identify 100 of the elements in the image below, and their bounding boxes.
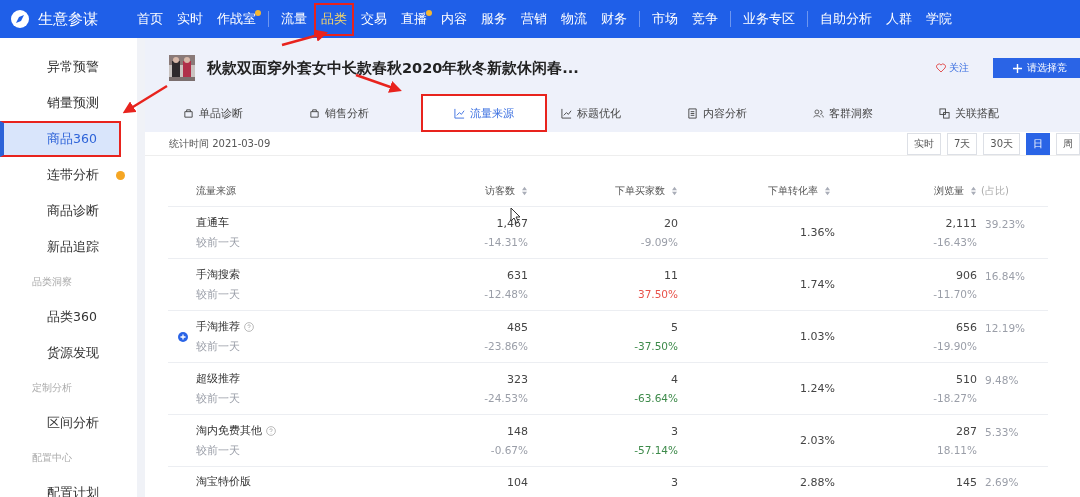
change-value: -14.31% [484, 236, 528, 248]
nav-item[interactable]: 直播 [394, 2, 434, 36]
change-value: -11.70% [933, 288, 977, 300]
tab[interactable]: 标题优化 [547, 94, 673, 132]
change-value: 37.50% [637, 288, 678, 300]
nav-item[interactable]: 交易 [354, 2, 394, 36]
nav-item[interactable]: 内容 [434, 2, 474, 36]
buyer-count: 4 [671, 373, 678, 386]
source-name: 直通车 [196, 215, 229, 230]
share-percent: 39.23% [984, 218, 1027, 230]
change-value: -24.53% [484, 392, 528, 404]
line-chart-icon [454, 107, 465, 119]
sidebar-item[interactable]: 货源发现 [0, 335, 137, 371]
expand-icon[interactable] [178, 332, 188, 342]
help-icon[interactable] [266, 425, 276, 436]
sidebar-item[interactable]: 商品诊断 [0, 193, 137, 229]
buyer-count: 11 [664, 269, 678, 282]
column-header: 流量来源 [196, 184, 237, 198]
select-competitor-button[interactable]: 请选择竞 [993, 58, 1080, 78]
tab[interactable]: 客群洞察 [799, 94, 925, 132]
buyer-count: 5 [671, 321, 678, 334]
change-value: -12.48% [484, 288, 528, 300]
sidebar-item[interactable]: 新品追踪 [0, 229, 137, 265]
nav-item[interactable]: 业务专区 [736, 2, 802, 36]
nav-item[interactable]: 实时 [170, 2, 210, 36]
sort-icon[interactable] [824, 186, 831, 196]
visitor-count: 323 [507, 373, 528, 386]
column-header: 下单转化率 [768, 184, 818, 198]
tab[interactable]: 内容分析 [673, 94, 799, 132]
tab[interactable]: 销售分析 [295, 94, 421, 132]
change-value: -9.09% [640, 236, 678, 248]
tab[interactable]: 关联搭配 [925, 94, 1051, 132]
share-percent: 9.48% [984, 374, 1020, 386]
sort-icon[interactable] [671, 186, 678, 196]
sidebar-item[interactable]: 销量预测 [0, 85, 137, 121]
page-views: 510 [956, 373, 977, 386]
document-icon [687, 107, 698, 119]
source-name: 淘宝特价版 [196, 475, 251, 489]
share-percent: 12.19% [984, 322, 1027, 334]
visitor-count: 485 [507, 321, 528, 334]
follow-link[interactable]: 关注 [936, 61, 969, 75]
conversion-rate: 2.03% [800, 434, 835, 447]
change-value: 18.11% [936, 444, 977, 456]
sidebar-item[interactable]: 连带分析 [0, 157, 137, 193]
period-button[interactable]: 实时 [906, 132, 941, 155]
stat-time-label: 统计时间 2021-03-09 [169, 136, 271, 151]
change-value: -57.14% [634, 444, 678, 456]
nav-item[interactable]: 财务 [594, 2, 634, 36]
bag-icon [183, 107, 194, 119]
visitor-count: 148 [507, 425, 528, 438]
sidebar-group-label: 定制分析 [32, 381, 72, 395]
nav-item[interactable]: 品类 [314, 2, 354, 36]
nav-item[interactable]: 自助分析 [813, 2, 879, 36]
tab[interactable]: 流量来源 [421, 94, 547, 132]
heart-icon [936, 63, 946, 73]
page-views: 287 [956, 425, 977, 438]
line-chart-icon [561, 107, 572, 119]
link-squares-icon [939, 107, 950, 119]
nav-item[interactable]: 市场 [645, 2, 685, 36]
sidebar-item[interactable]: 异常预警 [0, 49, 137, 85]
compare-label: 较前一天 [196, 391, 241, 406]
nav-item[interactable]: 营销 [514, 2, 554, 36]
conversion-rate: 1.74% [800, 278, 835, 291]
sidebar-item[interactable]: 商品360 [0, 121, 121, 157]
sort-icon[interactable] [521, 186, 528, 196]
compare-label: 较前一天 [196, 339, 241, 354]
period-button[interactable]: 周 [1056, 132, 1080, 155]
nav-item[interactable]: 作战室 [210, 2, 263, 36]
brand-name: 生意参谋 [38, 9, 98, 29]
sort-icon[interactable] [970, 186, 977, 196]
people-icon [813, 107, 824, 119]
change-value: -0.67% [490, 444, 528, 456]
tab[interactable]: 单品诊断 [169, 94, 295, 132]
page-views: 906 [956, 269, 977, 282]
sidebar-item[interactable]: 品类360 [0, 299, 137, 335]
help-icon[interactable] [244, 321, 254, 332]
column-header: (占比) [981, 184, 1009, 198]
nav-item[interactable]: 人群 [879, 2, 919, 36]
buyer-count: 20 [664, 217, 678, 230]
compare-label: 较前一天 [196, 235, 241, 250]
source-name: 超级推荐 [196, 371, 240, 386]
period-button[interactable]: 7天 [946, 132, 978, 155]
period-button[interactable]: 日 [1026, 132, 1050, 155]
annotation-arrow [281, 29, 329, 47]
nav-item[interactable]: 流量 [274, 2, 314, 36]
buyer-count: 3 [671, 425, 678, 438]
compass-logo-icon [10, 9, 30, 29]
source-name: 手淘推荐 [196, 319, 240, 334]
column-header: 访客数 [485, 184, 515, 198]
visitor-count: 631 [507, 269, 528, 282]
annotation-arrow [122, 84, 168, 114]
nav-item[interactable]: 竞争 [685, 2, 725, 36]
nav-item[interactable]: 物流 [554, 2, 594, 36]
nav-item[interactable]: 学院 [919, 2, 959, 36]
bag-icon [309, 107, 320, 119]
conversion-rate: 1.03% [800, 330, 835, 343]
period-button[interactable]: 30天 [983, 132, 1020, 155]
nav-item[interactable]: 首页 [130, 2, 170, 36]
sidebar-item[interactable]: 区间分析 [0, 405, 137, 441]
nav-item[interactable]: 服务 [474, 2, 514, 36]
